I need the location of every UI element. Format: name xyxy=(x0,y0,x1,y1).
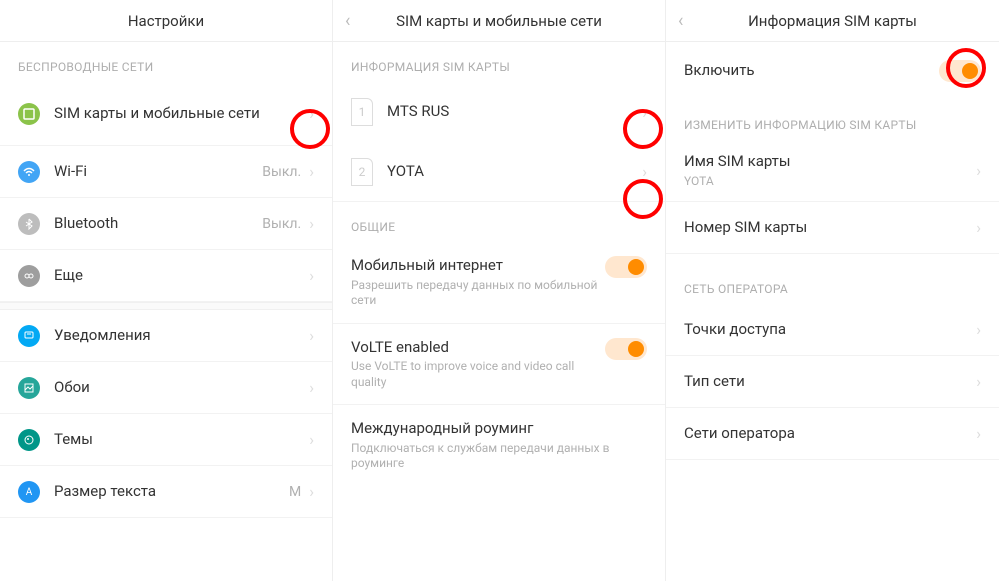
wallpaper-icon xyxy=(18,377,40,399)
sim-number-label: Номер SIM карты xyxy=(684,218,976,238)
panel1-header: Настройки xyxy=(0,0,332,42)
operator-networks-row[interactable]: Сети оператора › xyxy=(666,408,999,460)
more-row[interactable]: Еще › xyxy=(0,250,332,302)
sim1-icon: 1 xyxy=(351,98,373,126)
chevron-right-icon: › xyxy=(309,430,314,449)
chevron-right-icon: › xyxy=(976,372,981,391)
bluetooth-icon xyxy=(18,213,40,235)
enable-row[interactable]: Включить xyxy=(666,42,999,100)
sim-name-value: YOTA xyxy=(684,174,976,190)
panel2-title: SIM карты и мобильные сети xyxy=(396,12,602,30)
mobile-data-row[interactable]: Мобильный интернет Разрешить передачу да… xyxy=(333,242,665,324)
back-icon[interactable]: ‹ xyxy=(678,10,683,31)
wifi-value: Выкл. xyxy=(262,164,301,180)
chevron-right-icon: › xyxy=(642,103,647,122)
chevron-right-icon: › xyxy=(976,218,981,237)
roaming-sub: Подключаться к службам передачи данных в… xyxy=(351,441,647,472)
sim2-icon: 2 xyxy=(351,158,373,186)
sim-info-panel: ‹ Информация SIM карты Включить ИЗМЕНИТЬ… xyxy=(666,0,999,581)
sim-icon xyxy=(18,103,40,125)
apn-row[interactable]: Точки доступа › xyxy=(666,304,999,356)
text-size-value: M xyxy=(289,484,301,500)
sim-number-row[interactable]: Номер SIM карты › xyxy=(666,202,999,254)
notifications-icon xyxy=(18,325,40,347)
chevron-right-icon: › xyxy=(309,214,314,233)
volte-toggle[interactable] xyxy=(605,338,647,360)
divider xyxy=(0,302,332,310)
volte-label: VoLTE enabled xyxy=(351,338,605,358)
panel1-title: Настройки xyxy=(128,12,204,30)
bluetooth-label: Bluetooth xyxy=(54,214,262,234)
chevron-right-icon: › xyxy=(309,326,314,345)
sim-name-label: Имя SIM карты xyxy=(684,152,976,172)
enable-label: Включить xyxy=(684,61,939,81)
wallpaper-row[interactable]: Обои › xyxy=(0,362,332,414)
chevron-right-icon: › xyxy=(309,104,314,123)
sim1-label: MTS RUS xyxy=(387,102,642,122)
panel3-header: ‹ Информация SIM карты xyxy=(666,0,999,42)
wifi-row[interactable]: Wi-Fi Выкл. › xyxy=(0,146,332,198)
chevron-right-icon: › xyxy=(309,482,314,501)
wireless-section-header: БЕСПРОВОДНЫЕ СЕТИ xyxy=(0,42,332,82)
bluetooth-row[interactable]: Bluetooth Выкл. › xyxy=(0,198,332,250)
chevron-right-icon: › xyxy=(976,161,981,180)
wifi-label: Wi-Fi xyxy=(54,162,262,182)
volte-sub: Use VoLTE to improve voice and video cal… xyxy=(351,359,605,390)
chevron-right-icon: › xyxy=(976,320,981,339)
chevron-right-icon: › xyxy=(309,162,314,181)
general-section-header: ОБЩИЕ xyxy=(333,202,665,242)
enable-toggle[interactable] xyxy=(939,60,981,82)
chevron-right-icon: › xyxy=(642,162,647,181)
mobile-data-label: Мобильный интернет xyxy=(351,256,605,276)
themes-label: Темы xyxy=(54,430,309,450)
themes-row[interactable]: Темы › xyxy=(0,414,332,466)
sim-mobile-networks-row[interactable]: SIM карты и мобильные сети › xyxy=(0,82,332,146)
chevron-right-icon: › xyxy=(309,266,314,285)
edit-sim-section-header: ИЗМЕНИТЬ ИНФОРМАЦИЮ SIM КАРТЫ xyxy=(666,100,999,140)
svg-text:A: A xyxy=(26,487,33,498)
text-size-label: Размер текста xyxy=(54,482,289,502)
operator-networks-label: Сети оператора xyxy=(684,424,976,444)
text-size-row[interactable]: A Размер текста M › xyxy=(0,466,332,518)
more-label: Еще xyxy=(54,266,309,286)
chevron-right-icon: › xyxy=(309,378,314,397)
operator-section-header: СЕТЬ ОПЕРАТОРА xyxy=(666,254,999,304)
sim2-label: YOTA xyxy=(387,162,642,182)
more-icon xyxy=(18,265,40,287)
text-size-icon: A xyxy=(18,481,40,503)
notifications-label: Уведомления xyxy=(54,326,309,346)
sim1-row[interactable]: 1 MTS RUS › xyxy=(333,82,665,142)
settings-panel: Настройки БЕСПРОВОДНЫЕ СЕТИ SIM карты и … xyxy=(0,0,333,581)
roaming-label: Международный роуминг xyxy=(351,419,647,439)
network-type-row[interactable]: Тип сети › xyxy=(666,356,999,408)
wifi-icon xyxy=(18,161,40,183)
themes-icon xyxy=(18,429,40,451)
sim2-row[interactable]: 2 YOTA › xyxy=(333,142,665,202)
chevron-right-icon: › xyxy=(976,424,981,443)
back-icon[interactable]: ‹ xyxy=(345,10,350,31)
panel2-header: ‹ SIM карты и мобильные сети xyxy=(333,0,665,42)
sim-label: SIM карты и мобильные сети xyxy=(54,104,309,124)
volte-row[interactable]: VoLTE enabled Use VoLTE to improve voice… xyxy=(333,324,665,406)
bluetooth-value: Выкл. xyxy=(262,216,301,232)
sim-info-section-header: ИНФОРМАЦИЯ SIM КАРТЫ xyxy=(333,42,665,82)
apn-label: Точки доступа xyxy=(684,320,976,340)
panel3-title: Информация SIM карты xyxy=(748,12,917,30)
roaming-row[interactable]: Международный роуминг Подключаться к слу… xyxy=(333,405,665,486)
network-type-label: Тип сети xyxy=(684,372,976,392)
mobile-data-toggle[interactable] xyxy=(605,256,647,278)
wallpaper-label: Обои xyxy=(54,378,309,398)
notifications-row[interactable]: Уведомления › xyxy=(0,310,332,362)
sim-name-row[interactable]: Имя SIM карты YOTA › xyxy=(666,140,999,202)
mobile-data-sub: Разрешить передачу данных по мобильной с… xyxy=(351,278,605,309)
sim-networks-panel: ‹ SIM карты и мобильные сети ИНФОРМАЦИЯ … xyxy=(333,0,666,581)
